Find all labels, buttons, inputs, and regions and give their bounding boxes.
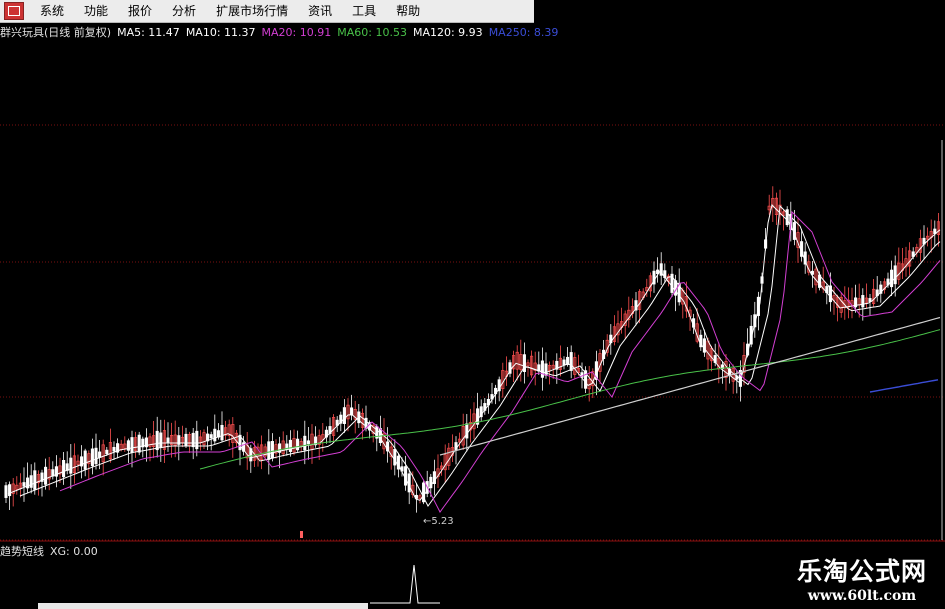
xg-signal-line [370,564,440,604]
candle-body [267,441,271,460]
candle-body [393,448,397,466]
candle-body [209,434,213,439]
watermark-title: 乐淘公式网 [796,557,927,586]
candle-body [404,466,408,486]
candle-body [90,448,94,467]
candle-body [288,439,292,452]
candle-body [98,451,102,458]
candle-body [220,424,224,441]
candle-body [569,352,573,371]
candle-body [62,460,66,478]
candle-body [112,446,116,452]
ma250-label: MA250: 8.39 [488,25,559,39]
candle-body [270,441,274,459]
candle-body [29,475,33,488]
candle-body [893,265,897,285]
candle-body [562,359,566,366]
candle-body [540,360,544,378]
ma120-line [439,316,941,456]
candle-body [8,484,12,497]
candle-body [69,457,73,474]
candle-body [94,447,98,465]
candle-body [342,407,346,424]
sub-indicator-header: 趋势短线 XG: 0.00 [0,544,104,559]
candle-body [22,482,26,487]
candle-body [137,434,141,453]
candle-body [306,440,310,445]
signal-marker [300,531,303,538]
candle-body [890,269,894,288]
candle-body [4,485,8,498]
candle-body [105,449,109,455]
candle-body [213,428,217,442]
ma120-label: MA120: 9.93 [412,25,483,39]
candle-body [861,295,865,308]
candle-body [296,438,300,451]
watermark-url: www.60lt.com [807,588,917,604]
horizontal-scrollbar[interactable] [38,603,368,609]
candle-body [33,470,37,490]
ma5-line [7,204,941,501]
candle-body [191,432,195,448]
chart-header: 群兴玩具(日线 前复权) MA5: 11.47 MA10: 11.37 MA20… [0,24,564,40]
stock-title: 群兴玩具(日线 前复权) [0,26,112,39]
candle-body [159,432,163,448]
low-price-marker: ←5.23 [423,516,454,527]
candle-body [83,450,87,470]
kline-chart[interactable] [0,0,945,609]
candle-body [184,433,188,447]
ma5-label: MA5: 11.47 [117,25,180,39]
candle-body [155,430,159,451]
candle-body [166,437,170,443]
candle-body [130,437,134,453]
sub-indicator-value: XG: 0.00 [50,544,98,558]
ma60-label: MA60: 10.53 [337,25,407,39]
candle-body [350,407,354,416]
ma250-line [869,379,939,393]
ma10-label: MA10: 11.37 [185,25,256,39]
candle-body [44,466,48,485]
candle-body [303,435,307,451]
candle-body [465,423,469,439]
ma20-line [59,210,941,513]
candle-body [407,473,411,493]
ma20-label: MA20: 10.91 [261,25,332,39]
watermark: 乐淘公式网 www.60lt.com [797,557,927,605]
sub-indicator-name: 趋势短线 [0,545,44,558]
